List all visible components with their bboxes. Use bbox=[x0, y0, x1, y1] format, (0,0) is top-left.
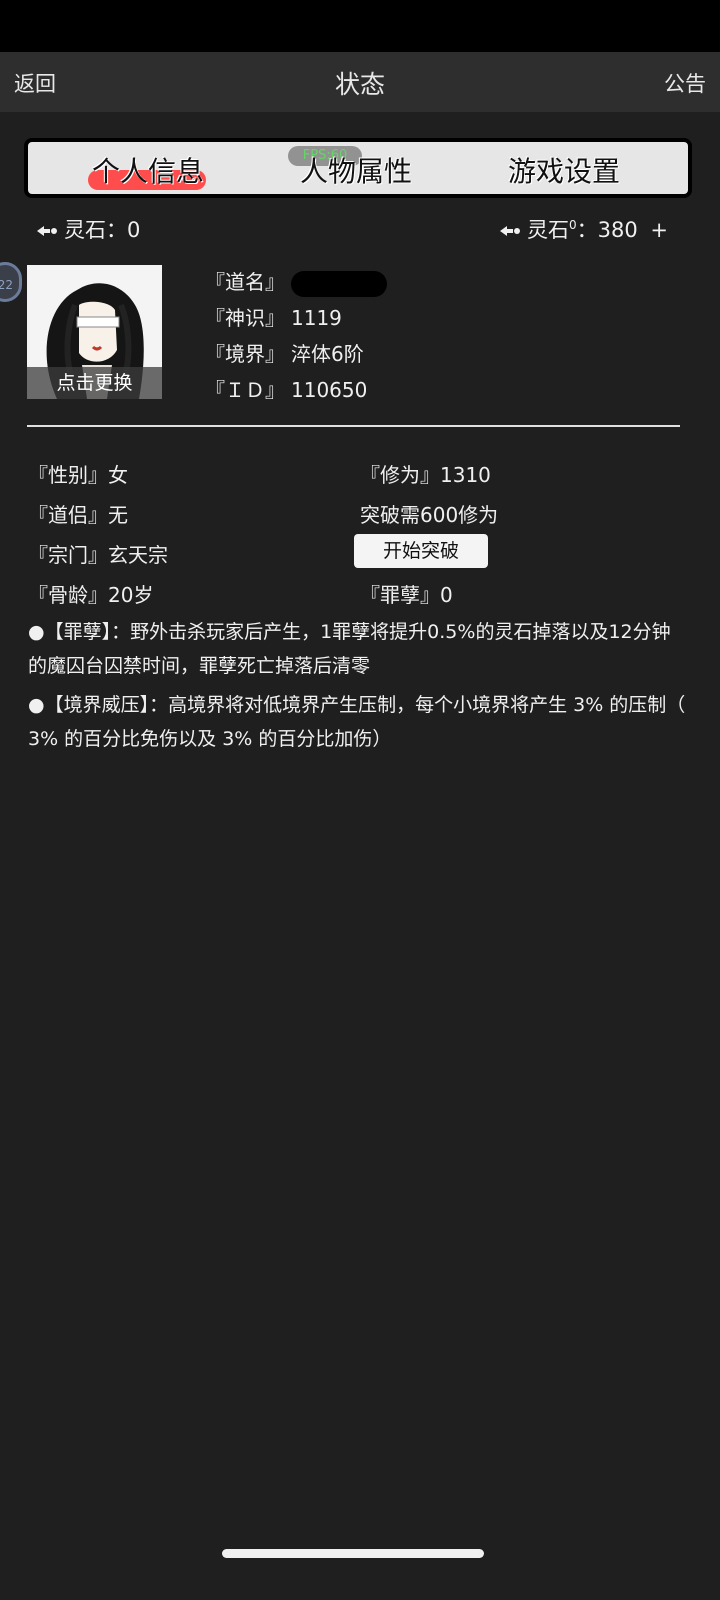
system-status-bar bbox=[0, 0, 720, 52]
partner-attribute: 『道侣』无 bbox=[28, 503, 128, 527]
start-breakthrough-button[interactable]: 开始突破 bbox=[354, 534, 488, 568]
sect-attribute: 『宗门』玄天宗 bbox=[28, 543, 168, 567]
section-divider bbox=[27, 425, 680, 427]
realm-value: 淬体6阶 bbox=[291, 342, 364, 366]
spirit-stone-bound: 灵石：0 bbox=[36, 214, 140, 244]
avatar[interactable]: 点击更换 bbox=[27, 265, 162, 399]
sense-value: 1119 bbox=[291, 306, 342, 330]
home-indicator[interactable] bbox=[222, 1549, 484, 1558]
separator: ： bbox=[576, 218, 598, 242]
spirit-stone-icon bbox=[499, 226, 520, 236]
tab-bar: 个人信息 FPS:60 人物属性 游戏设置 bbox=[24, 138, 692, 198]
spirit-stone-value: 0 bbox=[127, 218, 141, 242]
spirit-stone-value: 380 bbox=[597, 218, 638, 242]
page-title: 状态 bbox=[334, 70, 385, 99]
tab-character-attributes[interactable]: 人物属性 bbox=[300, 150, 412, 190]
profile-id-row: 『ＩＤ』 110650 bbox=[205, 374, 367, 403]
tab-game-settings[interactable]: 游戏设置 bbox=[508, 150, 620, 190]
id-value: 110650 bbox=[291, 378, 368, 402]
spirit-stone-premium: 灵石0：380 + bbox=[499, 214, 668, 244]
cultivation-attribute: 『修为』1310 bbox=[360, 463, 491, 487]
spirit-stone-label: 灵石 bbox=[526, 218, 569, 242]
profile-realm-row: 『境界』 淬体6阶 bbox=[205, 338, 364, 367]
add-stone-button[interactable]: + bbox=[650, 218, 668, 242]
tab-label: 游戏设置 bbox=[508, 155, 621, 188]
top-nav-bar: 返回 状态 公告 bbox=[0, 52, 720, 112]
sense-label: 『神识』 bbox=[205, 306, 285, 330]
id-label: 『ＩＤ』 bbox=[205, 378, 285, 402]
age-attribute: 『骨龄』20岁 bbox=[28, 583, 154, 607]
tab-personal-info[interactable]: 个人信息 bbox=[88, 150, 206, 190]
profile-sense-row: 『神识』 1119 bbox=[205, 302, 342, 331]
tab-label: 个人信息 bbox=[92, 155, 205, 188]
sin-attribute: 『罪孽』0 bbox=[360, 583, 453, 607]
redacted-name bbox=[291, 270, 387, 297]
name-label: 『道名』 bbox=[205, 270, 285, 294]
realm-pressure-note: ●【境界威压】：高境界将对低境界产生压制，每个小境界将产生 3% 的压制（ 3%… bbox=[28, 694, 686, 750]
profile-name-row: 『道名』 bbox=[205, 266, 387, 297]
sin-rule-note: ●【罪孽】：野外击杀玩家后产生，1罪孽将提升0.5%的灵石掉落以及12分钟的魔囚… bbox=[28, 621, 671, 677]
gender-attribute: 『性别』女 bbox=[28, 463, 128, 487]
change-avatar-label: 点击更换 bbox=[27, 367, 162, 399]
realm-label: 『境界』 bbox=[205, 342, 285, 366]
spirit-stone-label: 灵石： bbox=[64, 218, 127, 242]
tab-label: 人物属性 bbox=[300, 155, 413, 188]
notice-button[interactable]: 公告 bbox=[664, 68, 706, 98]
spirit-stone-icon bbox=[37, 226, 57, 236]
breakthrough-requirement: 突破需600修为 bbox=[360, 503, 499, 527]
spirit-stone-superscript: 0 bbox=[568, 218, 577, 232]
floating-side-bubble[interactable]: 22 bbox=[0, 262, 22, 302]
